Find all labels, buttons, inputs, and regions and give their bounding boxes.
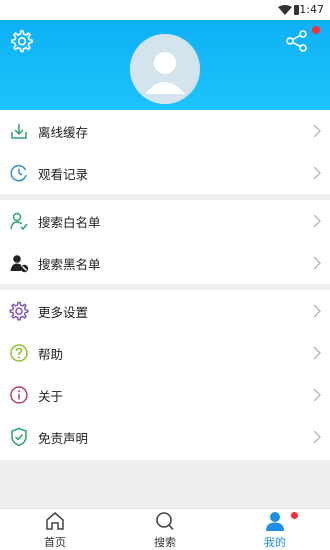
home-icon — [46, 512, 64, 530]
menu-group-general: 更多设置 帮助 关于 免责声明 — [0, 290, 330, 460]
menu-item-label: 帮助 — [38, 346, 64, 362]
whitelist-user-icon — [10, 212, 28, 231]
tab-mine[interactable]: 我的 — [220, 509, 330, 550]
help-icon — [10, 344, 28, 362]
tab-label: 我的 — [264, 536, 286, 549]
menu-item-label: 更多设置 — [38, 304, 89, 320]
tab-home[interactable]: 首页 — [0, 509, 110, 550]
default-avatar-icon — [130, 34, 200, 104]
shield-check-icon — [11, 427, 27, 447]
menu-item-about[interactable]: 关于 — [0, 374, 330, 416]
menu-item-label: 搜索黑名单 — [38, 256, 101, 272]
history-icon — [10, 164, 27, 182]
menu-item-search-blacklist[interactable]: 搜索黑名单 — [0, 242, 330, 284]
settings-gear-icon[interactable] — [8, 28, 34, 54]
menu-item-label: 关于 — [38, 388, 64, 404]
chevron-right-icon — [313, 256, 321, 270]
blacklist-user-icon — [10, 255, 29, 273]
chevron-right-icon — [313, 214, 321, 228]
search-icon — [156, 512, 174, 531]
battery-icon — [294, 5, 299, 15]
notification-dot — [312, 26, 320, 34]
status-bar: 1:47 — [0, 0, 330, 20]
menu-item-label: 免责声明 — [38, 430, 89, 446]
menu-item-help[interactable]: 帮助 — [0, 332, 330, 374]
user-icon — [266, 512, 284, 531]
tab-label: 搜索 — [154, 536, 176, 549]
chevron-right-icon — [313, 124, 321, 138]
tab-label: 首页 — [44, 536, 66, 549]
menu-item-watch-history[interactable]: 观看记录 — [0, 152, 330, 194]
download-icon — [11, 124, 27, 139]
menu-group-cache: 离线缓存 观看记录 — [0, 110, 330, 194]
chevron-right-icon — [313, 304, 321, 318]
share-icon[interactable] — [284, 28, 310, 54]
menu-item-label: 观看记录 — [38, 166, 89, 182]
menu-item-label: 离线缓存 — [38, 124, 89, 140]
chevron-right-icon — [313, 346, 321, 360]
menu-item-offline-cache[interactable]: 离线缓存 — [0, 110, 330, 152]
chevron-right-icon — [313, 430, 321, 444]
menu-item-more-settings[interactable]: 更多设置 — [0, 290, 330, 332]
avatar[interactable] — [130, 34, 200, 104]
menu-item-search-whitelist[interactable]: 搜索白名单 — [0, 200, 330, 242]
wifi-icon — [278, 5, 292, 15]
bottom-tab-bar: 首页 搜索 我的 — [0, 508, 330, 550]
chevron-right-icon — [313, 166, 321, 180]
info-icon — [10, 386, 28, 404]
tab-search[interactable]: 搜索 — [110, 509, 220, 550]
menu-item-label: 搜索白名单 — [38, 214, 101, 230]
menu-group-search-lists: 搜索白名单 搜索黑名单 — [0, 200, 330, 284]
chevron-right-icon — [313, 388, 321, 402]
status-time: 1:47 — [299, 3, 324, 16]
gear-icon — [9, 301, 29, 321]
menu-item-disclaimer[interactable]: 免责声明 — [0, 416, 330, 458]
notification-dot — [291, 512, 298, 519]
